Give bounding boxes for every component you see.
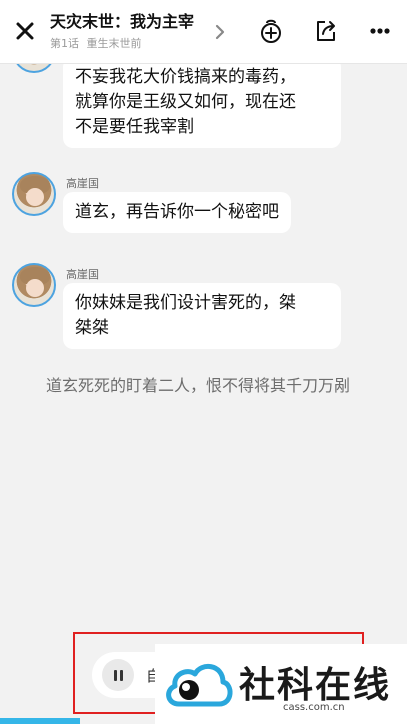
message-bubble: 不妄我花大价钱搞来的毒药， 就算你是王级又如何，现在还 不是要任我宰割 bbox=[63, 57, 341, 148]
close-button[interactable] bbox=[12, 18, 38, 44]
more-options-button[interactable] bbox=[365, 16, 395, 46]
narration-text: 道玄死死的盯着二人，恨不得将其千刀万剐 bbox=[46, 376, 351, 395]
share-icon bbox=[317, 21, 335, 41]
episode-subtitle: 第1话 重生末世前 bbox=[50, 35, 220, 51]
episode-number: 第1话 bbox=[50, 37, 79, 50]
pause-icon bbox=[113, 669, 123, 681]
add-favorite-icon bbox=[261, 19, 281, 43]
brand-logo-icon bbox=[166, 664, 233, 707]
watermark-brand: 社科在线 bbox=[239, 665, 392, 706]
add-favorite-button[interactable] bbox=[256, 16, 286, 46]
chapter-name: 重生末世前 bbox=[86, 37, 142, 50]
watermark: 社科在线 cass.com.cn bbox=[155, 644, 407, 724]
pause-button[interactable] bbox=[102, 659, 134, 691]
sender-name: 高崖国 bbox=[66, 177, 99, 190]
chat-area[interactable]: 不妄我花大价钱搞来的毒药， 就算你是王级又如何，现在还 不是要任我宰割 高崖国 … bbox=[0, 29, 407, 624]
message-bubble: 道玄，再告诉你一个秘密吧 bbox=[63, 192, 291, 233]
comic-title-area[interactable]: 天灾末世：我为主宰 第1话 重生末世前 bbox=[50, 12, 220, 51]
reading-progress-bar bbox=[0, 718, 80, 724]
close-icon bbox=[16, 22, 34, 40]
top-bar: 天灾末世：我为主宰 第1话 重生末世前 bbox=[0, 0, 407, 64]
watermark-url: cass.com.cn bbox=[283, 702, 345, 713]
message-bubble: 你妹妹是我们设计害死的，桀 桀桀 bbox=[63, 283, 341, 349]
avatar bbox=[12, 172, 56, 216]
sender-name: 高崖国 bbox=[66, 268, 99, 281]
page-title: 天灾末世：我为主宰 bbox=[50, 12, 195, 31]
chevron-right-icon[interactable] bbox=[212, 22, 228, 42]
share-button[interactable] bbox=[311, 16, 341, 46]
avatar bbox=[12, 263, 56, 307]
more-icon bbox=[370, 28, 390, 34]
